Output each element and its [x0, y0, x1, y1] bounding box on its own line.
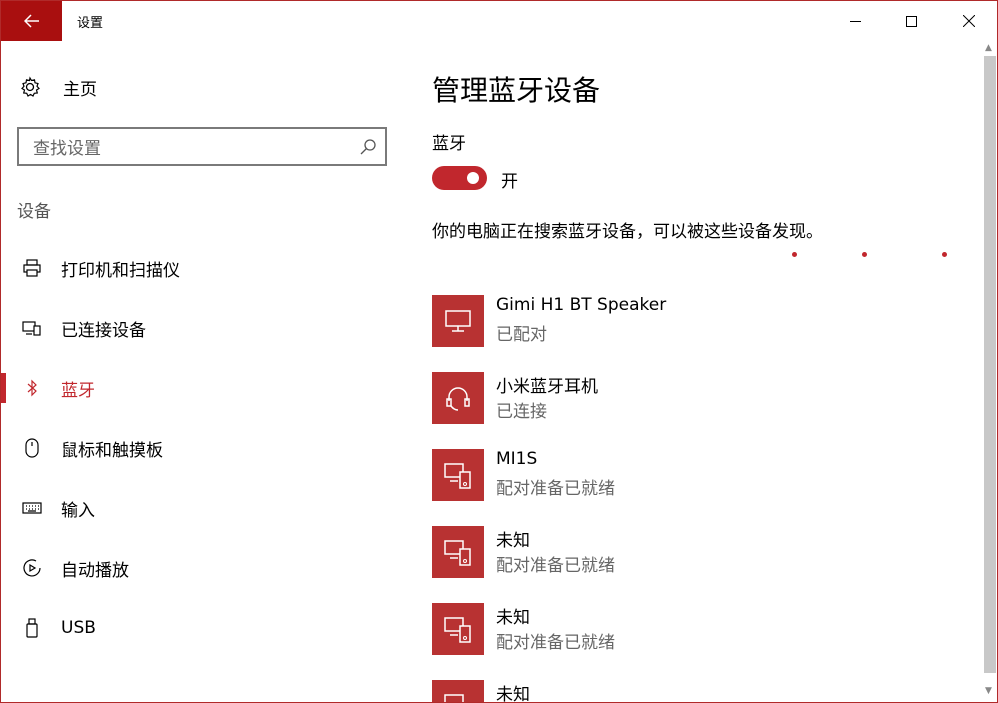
search-placeholder: 查找设置	[33, 139, 101, 159]
device-name: MI1S	[496, 449, 538, 469]
sidebar-item-label: 打印机和扫描仪	[61, 260, 180, 281]
device-item[interactable]: 未知 配对准备已就绪	[432, 526, 952, 578]
sidebar-item-typing[interactable]: 输入	[1, 493, 401, 523]
maximize-icon	[906, 15, 917, 27]
progress-dot	[862, 252, 867, 257]
close-icon	[962, 15, 975, 27]
main-content: 管理蓝牙设备 蓝牙 开 你的电脑正在搜索蓝牙设备，可以被这些设备发现。 Gimi…	[401, 41, 981, 703]
device-status: 配对准备已就绪	[496, 633, 615, 653]
device-item[interactable]: 未知	[432, 680, 952, 703]
sidebar: 主页 查找设置 设备 打印机和扫描仪 已连接设备 蓝牙 鼠标和触摸板 输入 自动…	[1, 41, 401, 702]
scroll-down-icon[interactable]: ▼	[985, 686, 992, 696]
monitor-icon	[432, 295, 484, 347]
sidebar-item-printers[interactable]: 打印机和扫描仪	[1, 253, 401, 283]
bluetooth-label: 蓝牙	[432, 134, 466, 154]
sidebar-item-bluetooth[interactable]: 蓝牙	[1, 373, 401, 403]
device-status: 配对准备已就绪	[496, 556, 615, 576]
autoplay-icon	[21, 557, 43, 579]
sidebar-item-label: 输入	[61, 500, 95, 521]
gear-icon	[21, 76, 40, 97]
sidebar-item-connected-devices[interactable]: 已连接设备	[1, 313, 401, 343]
sidebar-item-label: USB	[61, 618, 96, 638]
back-button[interactable]	[1, 1, 62, 41]
mouse-icon	[21, 437, 43, 459]
progress-dot	[792, 252, 797, 257]
app-title: 设置	[77, 16, 104, 31]
home-label: 主页	[63, 79, 97, 100]
device-name: 未知	[496, 608, 530, 628]
discovery-description: 你的电脑正在搜索蓝牙设备，可以被这些设备发现。	[432, 222, 823, 242]
home-nav-item[interactable]: 主页	[19, 75, 97, 100]
device-item[interactable]: MI1S 配对准备已就绪	[432, 449, 952, 501]
device-status: 已连接	[496, 402, 547, 422]
section-label-devices: 设备	[17, 202, 51, 222]
device-name: 未知	[496, 531, 530, 551]
device-name: 未知	[496, 685, 530, 703]
keyboard-icon	[21, 497, 43, 519]
sidebar-item-label: 鼠标和触摸板	[61, 440, 163, 461]
device-name: 小米蓝牙耳机	[496, 377, 598, 397]
scroll-up-icon[interactable]: ▲	[985, 43, 992, 53]
sidebar-item-label: 蓝牙	[61, 380, 95, 401]
back-arrow-icon	[23, 14, 39, 28]
sidebar-item-autoplay[interactable]: 自动播放	[1, 553, 401, 583]
device-item[interactable]: 未知 配对准备已就绪	[432, 603, 952, 655]
minimize-button[interactable]	[827, 1, 884, 41]
phone-device-icon	[432, 680, 484, 702]
toggle-knob	[467, 172, 479, 184]
printer-icon	[21, 257, 43, 279]
close-button[interactable]	[940, 1, 997, 41]
device-item[interactable]: 小米蓝牙耳机 已连接	[432, 372, 952, 424]
bluetooth-icon	[21, 377, 43, 399]
sidebar-item-label: 已连接设备	[61, 320, 146, 341]
device-status: 已配对	[496, 325, 547, 345]
search-input[interactable]: 查找设置	[17, 127, 387, 166]
progress-dot	[942, 252, 947, 257]
page-title: 管理蓝牙设备	[432, 74, 601, 107]
scroll-thumb[interactable]	[984, 56, 996, 673]
sidebar-item-usb[interactable]: USB	[1, 613, 401, 643]
toggle-state-label: 开	[501, 172, 518, 192]
phone-device-icon	[432, 449, 484, 501]
bluetooth-toggle[interactable]	[432, 166, 487, 190]
sidebar-item-mouse[interactable]: 鼠标和触摸板	[1, 433, 401, 463]
device-item[interactable]: Gimi H1 BT Speaker 已配对	[432, 295, 952, 347]
phone-device-icon	[432, 603, 484, 655]
title-bar: 设置	[1, 1, 997, 41]
scrollbar[interactable]: ▲ ▼	[981, 41, 997, 702]
minimize-icon	[850, 20, 861, 22]
device-name: Gimi H1 BT Speaker	[496, 295, 667, 315]
connected-devices-icon	[21, 317, 43, 339]
phone-device-icon	[432, 526, 484, 578]
settings-window: 设置 主页 查找设置 设备 打印机和扫描仪 已连接设备 蓝牙 鼠标和触摸板 输入…	[0, 0, 998, 703]
headset-icon	[432, 372, 484, 424]
sidebar-item-label: 自动播放	[61, 560, 129, 581]
active-indicator	[1, 373, 6, 403]
maximize-button[interactable]	[883, 1, 940, 41]
device-status: 配对准备已就绪	[496, 479, 615, 499]
usb-icon	[21, 617, 43, 639]
search-icon[interactable]	[357, 136, 379, 158]
